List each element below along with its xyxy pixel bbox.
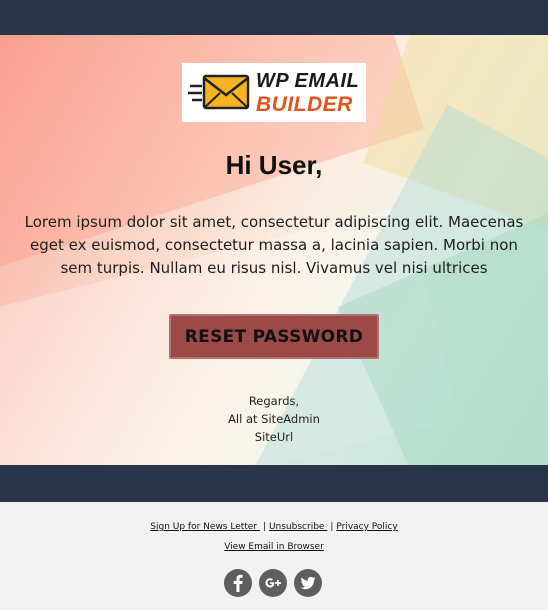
facebook-icon[interactable] (224, 569, 252, 597)
envelope-icon (188, 71, 252, 115)
brand-logo: WP EMAIL BUILDER (182, 63, 366, 122)
link-separator: | (330, 522, 334, 532)
google-plus-icon[interactable] (259, 569, 287, 597)
signoff-line: SiteUrl (254, 430, 294, 444)
footer: Sign Up for News Letter | Unsubscribe | Pr… (0, 502, 548, 610)
privacy-policy-link[interactable]: Privacy Policy (336, 522, 397, 532)
signoff-line: Regards, (248, 394, 300, 408)
reset-password-button[interactable]: RESET PASSWORD (169, 314, 379, 359)
email-body-text: Lorem ipsum dolor sit amet, consectetur … (24, 213, 524, 277)
link-separator: | (262, 522, 266, 532)
unsubscribe-link[interactable]: Unsubscribe (269, 522, 327, 532)
signoff-line: All at SiteAdmin (228, 412, 320, 426)
greeting-heading: Hi User, (225, 150, 323, 180)
twitter-icon[interactable] (294, 569, 322, 597)
view-in-browser: View Email in Browser (0, 542, 548, 552)
footer-links: Sign Up for News Letter | Unsubscribe | Pr… (0, 522, 548, 532)
view-in-browser-link[interactable]: View Email in Browser (224, 542, 324, 552)
signoff: Regards, All at SiteAdmin SiteUrl (0, 392, 548, 446)
footer-bar (0, 465, 548, 502)
newsletter-signup-link[interactable]: Sign Up for News Letter (150, 522, 260, 532)
logo-text: WP EMAIL BUILDER (256, 70, 359, 116)
hero-banner: WP EMAIL BUILDER Hi User, Lorem ipsum do… (0, 35, 548, 465)
logo-line-2: BUILDER (256, 92, 353, 116)
header-bar (0, 0, 548, 35)
social-links (224, 569, 324, 599)
logo-line-1: WP EMAIL (256, 69, 360, 92)
